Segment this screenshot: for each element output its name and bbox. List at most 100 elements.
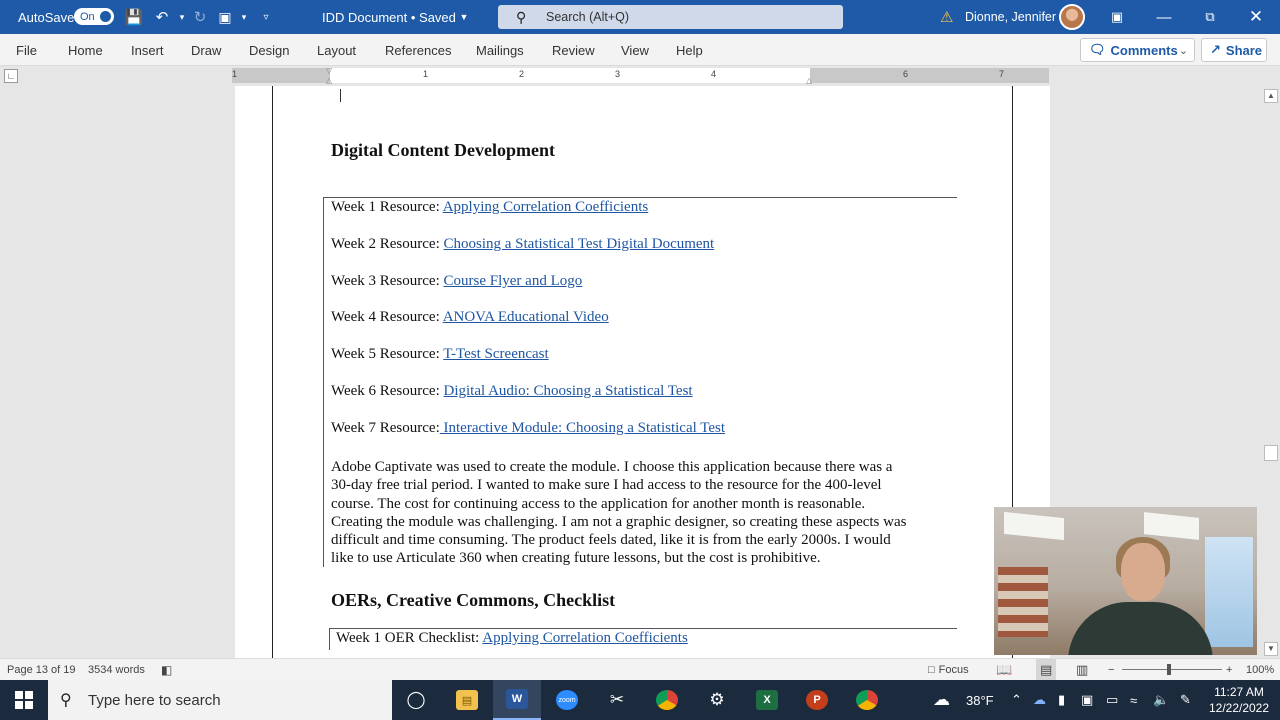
file-explorer-icon[interactable]: ▤ (443, 680, 491, 720)
chrome-icon[interactable] (643, 680, 691, 720)
cortana-icon[interactable]: ◯ (392, 680, 440, 720)
tray-chevron-icon[interactable]: ⌃ (1011, 680, 1022, 720)
warning-icon[interactable]: ⚠ (940, 0, 953, 34)
resource-link[interactable]: Choosing a Statistical Test Digital Docu… (444, 236, 715, 252)
scroll-thumb[interactable] (1264, 445, 1278, 461)
windows-taskbar: ⚲ Type here to search ◯ ▤ W zoom ✂ ⚙ X P … (0, 680, 1280, 720)
pen-icon[interactable]: ✎ (1180, 680, 1191, 720)
format-dropdown-icon[interactable]: ▾ (234, 0, 254, 34)
resource-link[interactable]: Applying Correlation Coefficients (443, 199, 649, 215)
volume-icon[interactable]: 🔈 (1153, 680, 1169, 720)
title-search-box[interactable]: ⚲ Search (Alt+Q) (498, 5, 843, 29)
windows-logo-icon (15, 691, 33, 709)
resource-row: Week 6 Resource: Digital Audio: Choosing… (331, 383, 693, 399)
tab-file[interactable]: File (16, 34, 37, 66)
checklist-link[interactable]: Applying Correlation Coefficients (482, 630, 688, 646)
tab-review[interactable]: Review (552, 34, 595, 66)
webcam-video-overlay (994, 507, 1257, 655)
resource-link[interactable]: T-Test Screencast (443, 346, 548, 362)
tab-help[interactable]: Help (676, 34, 703, 66)
restore-button[interactable]: ⧉ (1187, 0, 1233, 34)
resource-link[interactable]: Course Flyer and Logo (444, 273, 583, 289)
powerpoint-app-icon[interactable]: P (793, 680, 841, 720)
start-button[interactable] (0, 680, 48, 720)
settings-gear-icon[interactable]: ⚙ (693, 680, 741, 720)
scroll-up-icon[interactable]: ▲ (1264, 89, 1278, 103)
autosave-toggle[interactable]: On (74, 8, 114, 25)
document-title[interactable]: IDD Document • Saved ▼ (322, 0, 468, 34)
focus-icon: □ (928, 664, 935, 676)
comments-button[interactable]: 🗨 Comments ⌄ (1080, 38, 1195, 62)
text-cursor (340, 89, 341, 102)
page-count[interactable]: Page 13 of 19 (7, 659, 76, 681)
zoom-app-icon[interactable]: zoom (543, 680, 591, 720)
user-name[interactable]: Dionne, Jennifer (965, 0, 1056, 34)
tab-view[interactable]: View (621, 34, 649, 66)
ruler-number: 6 (903, 69, 909, 79)
undo-icon[interactable]: ↶ (152, 0, 172, 34)
tab-layout[interactable]: Layout (317, 34, 356, 66)
meet-now-icon[interactable]: ▣ (1081, 680, 1093, 720)
share-icon: ↗ (1210, 42, 1221, 57)
search-icon: ⚲ (516, 9, 527, 25)
web-layout-icon[interactable]: ▥ (1076, 659, 1088, 681)
word-count[interactable]: 3534 words (88, 659, 145, 681)
accessibility-icon[interactable]: ◧ (161, 659, 172, 681)
clock[interactable]: 11:27 AM 12/22/2022 (1203, 680, 1275, 720)
focus-button[interactable]: □ Focus (928, 659, 969, 681)
zoom-out-icon[interactable]: − (1108, 659, 1114, 681)
left-indent-marker[interactable]: △ (326, 76, 332, 85)
scroll-down-icon[interactable]: ▼ (1264, 642, 1278, 656)
resource-row: Week 7 Resource: Interactive Module: Cho… (331, 420, 726, 436)
zoom-slider[interactable] (1122, 669, 1222, 670)
tab-references[interactable]: References (385, 34, 451, 66)
ruler-number: 3 (615, 69, 621, 79)
text-format-icon[interactable]: ▣ (215, 0, 235, 34)
redo-icon[interactable]: ↻ (190, 0, 210, 34)
customize-toolbar-icon[interactable]: ▿ (256, 0, 276, 34)
first-line-indent-marker[interactable]: ▽ (326, 66, 332, 75)
share-button[interactable]: ↗ Share (1201, 38, 1267, 62)
resource-link[interactable]: ANOVA Educational Video (443, 309, 609, 325)
wifi-icon[interactable]: ≈ (1130, 680, 1137, 720)
ribbon-tabs: File Home Insert Draw Design Layout Refe… (0, 34, 1280, 66)
excel-app-icon[interactable]: X (743, 680, 791, 720)
resource-link[interactable]: Interactive Module: Choosing a Statistic… (440, 420, 726, 436)
undo-dropdown-icon[interactable]: ▾ (172, 0, 192, 34)
reflection-paragraph: Adobe Captivate was used to create the m… (331, 459, 907, 567)
search-placeholder: Search (Alt+Q) (546, 10, 630, 24)
horizontal-ruler[interactable]: 1 1 2 3 4 6 7 ▽ △ △ (232, 66, 1049, 85)
comments-dropdown-icon: ⌄ (1178, 44, 1188, 57)
word-app-icon[interactable]: W (493, 680, 541, 720)
minimize-button[interactable]: — (1141, 0, 1187, 34)
right-indent-marker[interactable]: △ (806, 76, 812, 85)
vertical-scrollbar[interactable]: ▲ ▼ (1262, 86, 1280, 658)
snipping-tool-icon[interactable]: ✂ (593, 680, 641, 720)
tab-draw[interactable]: Draw (191, 34, 221, 66)
close-button[interactable]: ✕ (1233, 0, 1279, 34)
tab-mailings[interactable]: Mailings (476, 34, 524, 66)
usb-icon[interactable]: ▮ (1058, 680, 1065, 720)
battery-icon[interactable]: ▭ (1106, 680, 1118, 720)
tab-design[interactable]: Design (249, 34, 289, 66)
zoom-in-icon[interactable]: + (1226, 659, 1232, 681)
chrome-profile-icon[interactable] (843, 680, 891, 720)
save-icon[interactable]: 💾 (124, 0, 144, 34)
taskbar-search-box[interactable]: ⚲ Type here to search (48, 680, 392, 720)
document-page[interactable]: Digital Content Development Week 1 Resou… (235, 86, 1050, 658)
tab-insert[interactable]: Insert (131, 34, 164, 66)
resource-link[interactable]: Digital Audio: Choosing a Statistical Te… (444, 383, 693, 399)
tab-home[interactable]: Home (68, 34, 103, 66)
zoom-slider-thumb[interactable] (1167, 664, 1171, 675)
ruler-number: 1 (232, 69, 238, 79)
zoom-level[interactable]: 100% (1246, 659, 1274, 681)
print-layout-icon[interactable]: ▤ (1036, 659, 1057, 681)
weather-temperature[interactable]: 38°F (966, 680, 994, 720)
read-mode-icon[interactable]: 📖 (996, 659, 1012, 681)
ruler-number: 1 (423, 69, 429, 79)
ribbon-display-icon[interactable]: ▣ (1094, 0, 1140, 34)
tab-selector[interactable]: ∟ (4, 69, 18, 83)
avatar[interactable] (1059, 4, 1085, 30)
weather-cloud-icon[interactable]: ☁ (933, 680, 950, 720)
onedrive-icon[interactable]: ☁ (1033, 680, 1046, 720)
